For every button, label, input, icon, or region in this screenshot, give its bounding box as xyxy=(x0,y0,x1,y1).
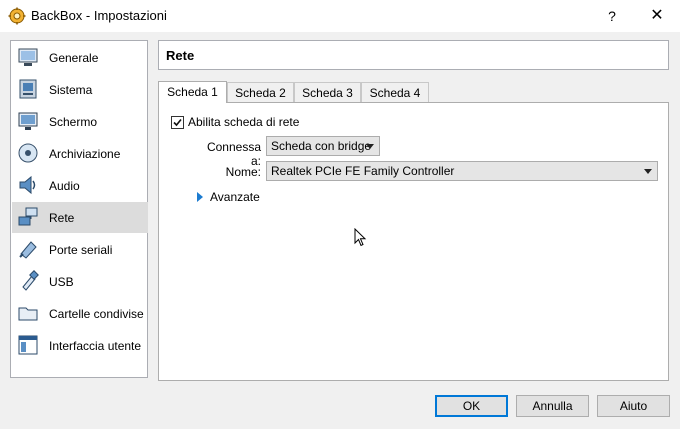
attached-to-label: Connessa a: xyxy=(206,140,261,168)
settings-sidebar: Generale Sistema Schermo Archiviazione A… xyxy=(10,40,148,378)
window-bottom-edge xyxy=(0,424,680,429)
system-icon xyxy=(19,79,37,99)
sidebar-item-label: Schermo xyxy=(49,115,98,129)
shared-folders-icon xyxy=(18,307,38,321)
page-title-box: Rete xyxy=(158,40,669,70)
display-icon xyxy=(18,112,38,130)
help-button[interactable]: Aiuto xyxy=(597,395,670,417)
title-bar: BackBox - Impostazioni ? ✕ xyxy=(0,0,680,32)
adapter-name-label: Nome: xyxy=(225,165,261,179)
sidebar-item-interfaccia-utente[interactable]: Interfaccia utente xyxy=(12,330,148,361)
enable-adapter-checkbox[interactable] xyxy=(171,116,184,129)
attached-to-select[interactable]: Scheda con bridge xyxy=(266,136,380,156)
mouse-cursor-icon xyxy=(354,228,367,247)
sidebar-item-label: Archiviazione xyxy=(49,147,121,161)
page-title: Rete xyxy=(166,48,195,63)
sidebar-item-generale[interactable]: Generale xyxy=(12,42,148,73)
sidebar-item-usb[interactable]: USB xyxy=(12,266,148,297)
ok-button[interactable]: OK xyxy=(435,395,508,417)
sidebar-item-label: Audio xyxy=(49,179,80,193)
chevron-down-icon xyxy=(366,144,374,149)
virtualbox-app-icon xyxy=(8,7,26,25)
adapter-name-select[interactable]: Realtek PCIe FE Family Controller xyxy=(266,161,658,181)
tab-scheda-2[interactable]: Scheda 2 xyxy=(227,82,294,103)
sidebar-item-porte-seriali[interactable]: Porte seriali xyxy=(12,234,148,265)
general-icon xyxy=(18,48,38,66)
adapter-name-value: Realtek PCIe FE Family Controller xyxy=(271,164,455,178)
sidebar-item-cartelle-condivise[interactable]: Cartelle condivise xyxy=(12,298,148,329)
sidebar-item-label: Generale xyxy=(49,51,99,65)
sidebar-item-schermo[interactable]: Schermo xyxy=(12,106,148,137)
sidebar-item-audio[interactable]: Audio xyxy=(12,170,148,201)
sidebar-item-label: Interfaccia utente xyxy=(49,339,142,353)
sidebar-item-label: Sistema xyxy=(49,83,93,97)
tab-scheda-4[interactable]: Scheda 4 xyxy=(361,82,429,103)
tab-panel: Abilita scheda di rete Connessa a: Sched… xyxy=(158,102,669,381)
sidebar-item-rete[interactable]: Rete xyxy=(12,202,148,233)
sidebar-item-label: Cartelle condivise xyxy=(49,307,144,321)
expand-arrow-icon[interactable] xyxy=(197,192,203,202)
sidebar-item-sistema[interactable]: Sistema xyxy=(12,74,148,105)
enable-adapter-label: Abilita scheda di rete xyxy=(188,115,300,129)
chevron-down-icon xyxy=(644,169,652,174)
sidebar-item-label: Rete xyxy=(49,211,75,225)
storage-icon xyxy=(18,143,38,163)
tab-scheda-3[interactable]: Scheda 3 xyxy=(294,82,361,103)
user-interface-icon xyxy=(18,335,38,355)
close-button[interactable]: ✕ xyxy=(642,4,672,28)
serial-ports-icon xyxy=(19,241,37,259)
usb-icon xyxy=(22,270,39,291)
window-title: BackBox - Impostazioni xyxy=(31,8,167,23)
network-icon xyxy=(18,207,38,226)
sidebar-item-label: Porte seriali xyxy=(49,243,113,257)
help-title-button[interactable]: ? xyxy=(598,6,626,26)
advanced-toggle-label[interactable]: Avanzate xyxy=(210,190,260,204)
cancel-button[interactable]: Annulla xyxy=(516,395,589,417)
attached-to-value: Scheda con bridge xyxy=(271,139,372,153)
checkmark-icon xyxy=(173,118,182,127)
sidebar-item-archiviazione[interactable]: Archiviazione xyxy=(12,138,148,169)
audio-icon xyxy=(19,175,36,195)
sidebar-item-label: USB xyxy=(49,275,74,289)
tab-scheda-1[interactable]: Scheda 1 xyxy=(158,81,227,103)
